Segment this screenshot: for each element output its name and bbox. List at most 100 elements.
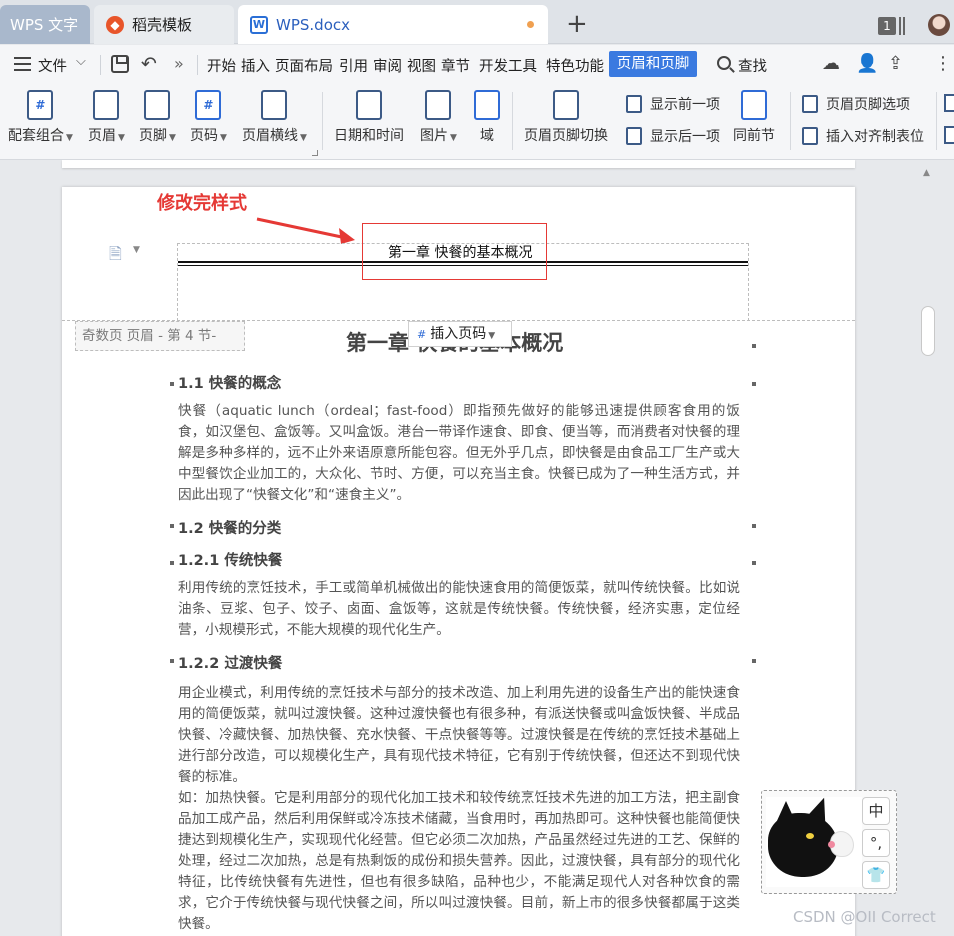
preset-combo-label: 配套组合 [8,128,64,144]
menu-references[interactable]: 引用 [339,55,368,76]
switch-label: 页眉页脚切换 [524,128,608,144]
document-page[interactable]: 修改完样式 🗎 ▼ 第一章 快餐的基本概况 第一章 快餐的基本概况 奇数页 页眉… [62,187,855,936]
show-previous-button[interactable]: 显示前一项 [626,94,720,114]
field-button[interactable]: 域 [474,90,500,145]
paragraph-mark [170,659,174,663]
switch-icon [553,90,579,120]
insert-page-number-button[interactable]: # 插入页码 ▼ [408,321,512,347]
page-number-button[interactable]: # 页码 ▼ [190,90,227,145]
field-icon [474,90,500,120]
paragraph-mark [752,344,756,348]
heading-1-2-1[interactable]: 1.2.1 传统快餐 [178,549,282,570]
datetime-label: 日期和时间 [334,128,404,144]
heading-1-2[interactable]: 1.2 快餐的分类 [178,517,281,538]
vertical-scrollbar[interactable]: ▲ [918,160,940,936]
tab-wps-writer[interactable]: WPS 文字 [0,5,90,44]
header-button[interactable]: 页眉 ▼ [88,90,125,145]
hamburger-menu-icon[interactable] [14,57,31,71]
paragraph-mark [752,382,756,386]
show-next-button[interactable]: 显示后一项 [626,126,720,146]
more-tools-icon[interactable]: » [174,54,184,73]
search-icon[interactable] [717,56,731,70]
paragraph-1-2-1[interactable]: 利用传统的烹饪技术，手工或简单机械做出的能快速食用的简便饭菜，就叫传统快餐。比如… [178,578,740,641]
collaborate-icon[interactable]: 👤 [856,53,878,74]
tab-wps-label: WPS 文字 [10,16,79,34]
daoke-logo-icon: ◆ [106,15,124,34]
ime-floating-widget[interactable]: 中 °, 👕 [761,790,897,894]
ribbon-divider [512,92,513,150]
save-icon[interactable] [111,55,129,73]
menu-special-features[interactable]: 特色功能 [546,55,604,76]
chevron-down-icon[interactable]: ▼ [133,245,140,255]
same-as-previous-button[interactable]: 同前节 [733,90,775,145]
picture-button[interactable]: 图片 ▼ [420,90,457,145]
paragraph-1-2-2b[interactable]: 如：加热快餐。它是利用部分的现代化加工技术和较传统烹饪技术先进的加工方法，把主副… [178,788,740,935]
header-doc-options-icon[interactable]: 🗎 [109,243,122,270]
footer-label: 页脚 [139,128,167,144]
picture-icon [425,90,452,120]
tab-document[interactable]: W WPS.docx [238,5,548,44]
ime-language-toggle[interactable]: 中 [862,797,890,825]
ime-punctuation-toggle[interactable]: °, [862,829,890,857]
scroll-up-arrow-icon[interactable]: ▲ [923,168,930,178]
menu-divider [197,55,198,75]
window-list-icon[interactable] [899,17,905,35]
paragraph-mark [170,382,174,386]
paragraph-1-1[interactable]: 快餐（aquatic lunch（ordeal；fast-food）即指预先做好… [178,401,740,506]
scroll-thumb[interactable] [921,306,935,356]
ribbon-overflow-icon[interactable] [944,94,954,112]
paragraph-mark [752,561,756,565]
paragraph-1-2-2a[interactable]: 用企业模式，利用传统的烹饪技术与部分的技术改造、加上利用先进的设备生产出的能快速… [178,683,740,788]
menu-divider [100,55,101,75]
menu-chapter[interactable]: 章节 [441,55,470,76]
avatar[interactable] [928,14,950,36]
preset-combo-button[interactable]: # 配套组合 ▼ [8,90,73,145]
menu-developer[interactable]: 开发工具 [479,55,537,76]
page-number-icon: # [195,90,222,120]
picture-label: 图片 [420,128,448,144]
options-label: 页眉页脚选项 [826,97,910,113]
share-icon[interactable]: ⇪ [888,53,903,74]
chevron-down-icon[interactable]: ⌵ [76,54,86,69]
preset-combo-icon: # [27,90,54,120]
header-footer-switch-button[interactable]: 页眉页脚切换 [524,90,608,145]
menu-review[interactable]: 审阅 [373,55,402,76]
word-doc-icon: W [250,15,268,34]
ribbon-overflow-icon[interactable] [944,126,954,144]
header-line-button[interactable]: 页眉横线 ▼ [242,90,307,145]
title-tab-bar: WPS 文字 ◆ 稻壳模板 W WPS.docx + 1 [0,0,954,44]
search-label[interactable]: 查找 [738,55,767,76]
shirt-icon[interactable]: 👕 [862,861,890,889]
tab-template-label: 稻壳模板 [132,16,193,34]
cloud-sync-icon[interactable]: ☁ [822,53,840,74]
menu-header-footer[interactable]: 页眉和页脚 [609,51,697,77]
insert-align-tab-button[interactable]: 插入对齐制表位 [802,126,924,146]
previous-page-edge [62,160,855,168]
menu-insert[interactable]: 插入 [241,55,270,76]
heading-1-1[interactable]: 1.1 快餐的概念 [178,372,281,393]
heading-1-2-2[interactable]: 1.2.2 过渡快餐 [178,652,282,673]
options-icon [802,95,818,113]
menu-bar: 文件 ⌵ ↶ » 开始 插入 页面布局 引用 审阅 视图 章节 开发工具 特色功… [0,45,954,84]
menu-page-layout[interactable]: 页面布局 [275,55,333,76]
tab-daoke-template[interactable]: ◆ 稻壳模板 [94,5,234,44]
same-as-previous-label: 同前节 [733,128,775,144]
datetime-button[interactable]: 日期和时间 [334,90,404,145]
more-options-icon[interactable]: ⋮ [934,53,952,74]
menu-start[interactable]: 开始 [207,55,236,76]
window-count-badge[interactable]: 1 [878,17,896,35]
paragraph-mark [170,561,174,565]
footer-icon [144,90,171,120]
annotation-highlight-box [362,223,547,280]
field-label: 域 [480,128,494,144]
header-footer-options-button[interactable]: 页眉页脚选项 [802,94,910,114]
format-painter-icon[interactable]: ↶ [141,53,157,75]
show-next-label: 显示后一项 [650,129,720,145]
watermark: CSDN @OII Correct [793,908,936,926]
ribbon-group-expand-icon[interactable] [312,150,318,156]
menu-view[interactable]: 视图 [407,55,436,76]
footer-button[interactable]: 页脚 ▼ [139,90,176,145]
ribbon-divider [936,92,937,150]
new-tab-button[interactable]: + [566,9,588,39]
menu-file[interactable]: 文件 [38,55,67,76]
